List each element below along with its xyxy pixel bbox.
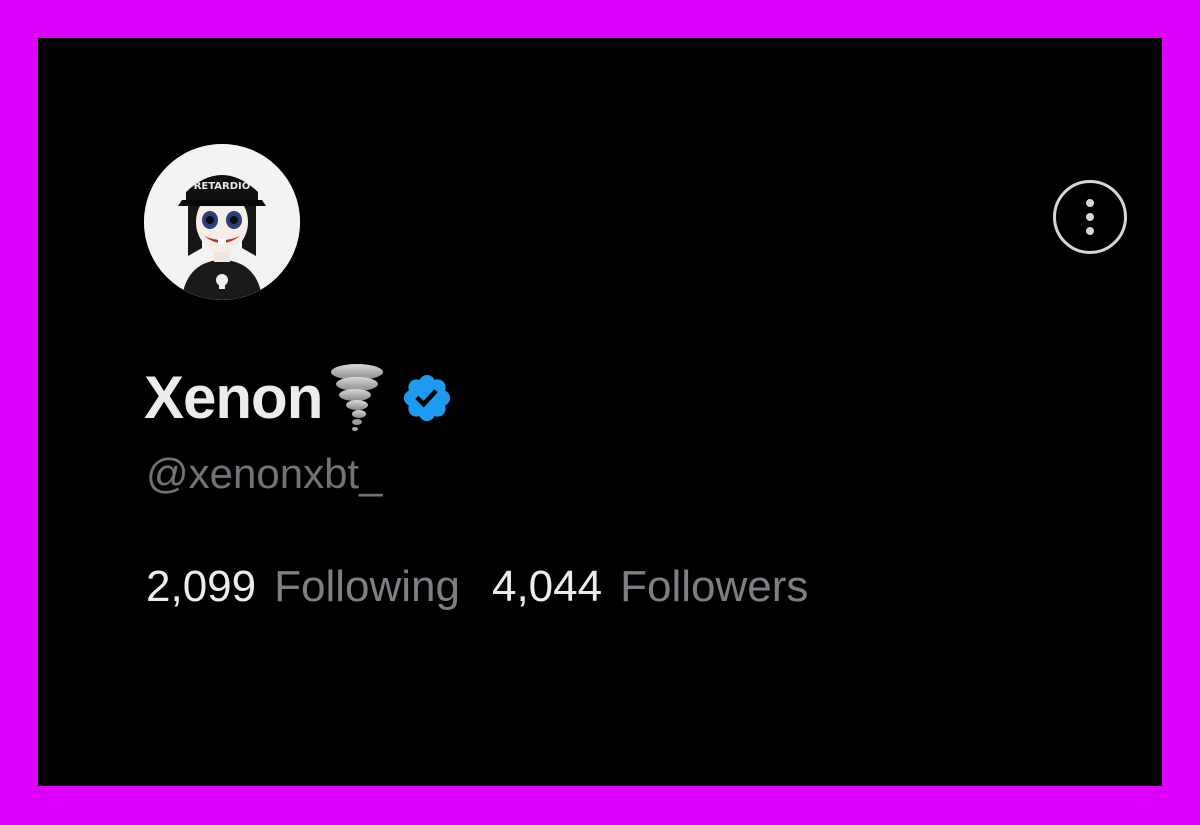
profile-card: RETARDIO Xenon @xenonxbt_ 2,099 Followin… bbox=[38, 38, 1162, 786]
avatar-cap-text: RETARDIO bbox=[194, 181, 251, 192]
user-handle: @xenonxbt_ bbox=[146, 450, 383, 497]
followers-link[interactable]: 4,044 Followers bbox=[492, 558, 808, 616]
display-name: Xenon bbox=[144, 364, 323, 431]
more-vertical-icon bbox=[1086, 199, 1094, 207]
following-link[interactable]: 2,099 Following bbox=[146, 558, 460, 616]
tornado-icon bbox=[328, 362, 386, 434]
verified-badge-icon[interactable] bbox=[400, 371, 454, 425]
display-name-row: Xenon bbox=[144, 358, 454, 438]
avatar[interactable]: RETARDIO bbox=[144, 144, 300, 300]
followers-label: Followers bbox=[620, 562, 809, 611]
follow-stats: 2,099 Following 4,044 Followers bbox=[146, 558, 808, 616]
following-count: 2,099 bbox=[146, 562, 257, 611]
avatar-image: RETARDIO bbox=[144, 144, 300, 300]
more-options-button[interactable] bbox=[1053, 180, 1127, 254]
followers-count: 4,044 bbox=[491, 562, 603, 611]
following-label: Following bbox=[274, 562, 460, 611]
